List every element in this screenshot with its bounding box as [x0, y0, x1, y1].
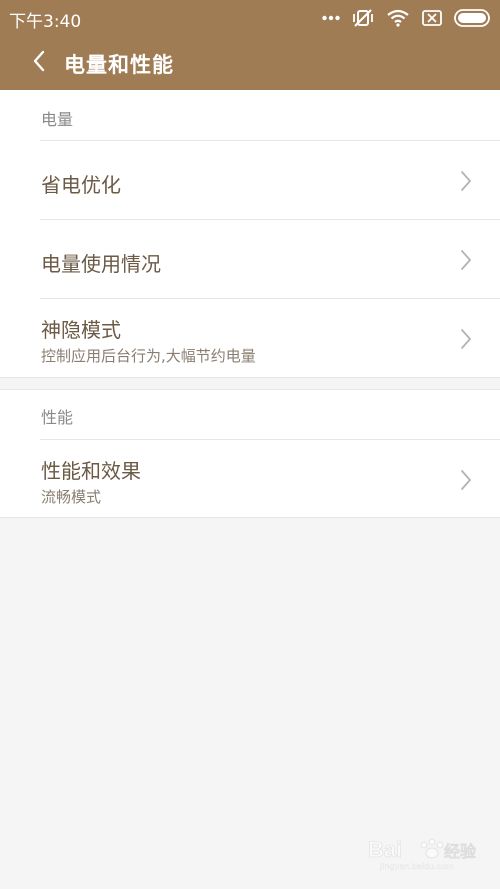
status-icons	[322, 6, 492, 30]
app-header: 下午3:40 电量和性能	[0, 0, 500, 90]
wifi-icon	[386, 9, 410, 27]
row-title: 性能和效果	[41, 459, 141, 483]
baidu-watermark: Bai 经验 jingyan.baidu.com	[366, 831, 478, 871]
page-title: 电量和性能	[64, 53, 174, 77]
status-bar: 下午3:40	[0, 0, 500, 36]
title-bar: 电量和性能	[0, 36, 500, 90]
row-battery-usage[interactable]: 电量使用情况	[0, 219, 500, 298]
back-button[interactable]	[22, 48, 56, 78]
divider	[40, 439, 500, 440]
section-header-performance: 性能	[41, 408, 74, 427]
sim-off-icon	[422, 9, 442, 27]
row-subtitle: 控制应用后台行为,大幅节约电量	[41, 347, 256, 365]
watermark-text: Bai	[368, 837, 402, 862]
baidu-paw-logo: Bai 经验 jingyan.baidu.com	[368, 837, 478, 871]
divider	[40, 219, 500, 220]
row-stealth-mode[interactable]: 神隐模式 控制应用后台行为,大幅节约电量	[0, 298, 500, 377]
divider	[40, 140, 500, 141]
watermark-url: jingyan.baidu.com	[379, 862, 454, 871]
chevron-left-icon	[32, 50, 46, 76]
row-title: 电量使用情况	[41, 252, 161, 276]
chevron-right-icon	[461, 470, 471, 490]
watermark-text-cn: 经验	[444, 842, 476, 861]
chevron-right-icon	[461, 329, 471, 349]
chevron-right-icon	[461, 250, 471, 270]
chevron-right-icon	[461, 171, 471, 191]
section-header-battery: 电量	[41, 110, 74, 129]
row-title: 神隐模式	[41, 318, 121, 342]
divider	[40, 298, 500, 299]
status-time: 下午3:40	[9, 12, 82, 32]
battery-section: 电量 省电优化 电量使用情况 神隐模式 控制应用后台行为,大幅节约电量	[0, 90, 500, 378]
row-performance-effects[interactable]: 性能和效果 流畅模式	[0, 439, 500, 518]
vibrate-off-icon	[352, 7, 374, 29]
battery-icon	[454, 9, 492, 27]
row-subtitle: 流畅模式	[41, 488, 102, 506]
performance-section: 性能 性能和效果 流畅模式	[0, 389, 500, 518]
row-power-saving[interactable]: 省电优化	[0, 140, 500, 219]
row-title: 省电优化	[41, 173, 121, 197]
more-dots-icon	[322, 15, 340, 21]
